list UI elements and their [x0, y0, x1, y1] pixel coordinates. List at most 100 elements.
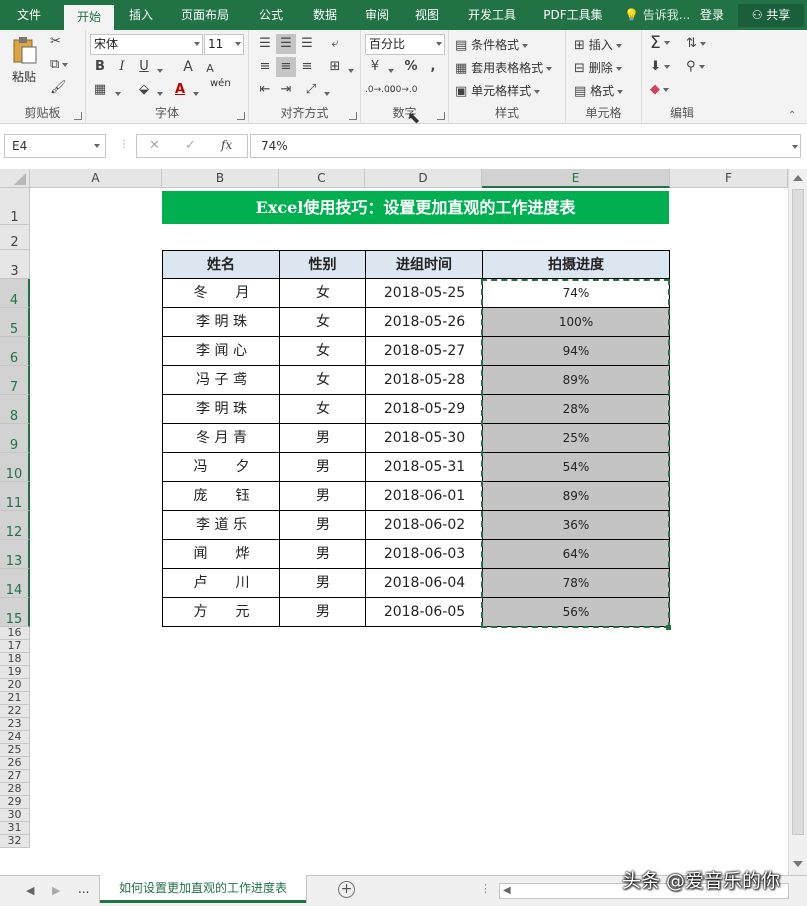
wrap-text-button[interactable]: ⤶ — [325, 34, 345, 54]
row-header-10[interactable]: 10 — [0, 453, 30, 482]
cell-date[interactable]: 2018-06-04 — [365, 569, 483, 598]
cell-date[interactable]: 2018-05-28 — [365, 366, 483, 395]
row-header-5[interactable]: 5 — [0, 308, 30, 337]
font-shrink-button[interactable]: A — [200, 59, 220, 79]
row-header-11[interactable]: 11 — [0, 482, 30, 511]
font-size-select[interactable]: 11 — [204, 34, 244, 55]
sheet-title-cell[interactable]: Excel使用技巧：设置更加直观的工作进度表 — [162, 191, 669, 224]
cell-progress[interactable]: 28% — [482, 395, 670, 424]
format-as-table-button[interactable]: ▦ 套用表格格式 — [455, 59, 553, 76]
cell-name[interactable]: 卢 川 — [162, 569, 280, 598]
worksheet-grid[interactable]: ABCDEF 1 2 3 4 5 6 7 8 9 10 11 12 13 14 15 16 17 18 19 20 21… — [0, 169, 788, 875]
select-all-corner[interactable] — [0, 169, 30, 188]
decrease-indent-button[interactable]: ⇤ — [255, 80, 275, 100]
sort-filter-button[interactable]: ⇅ — [686, 36, 706, 51]
font-color-dropdown[interactable] — [190, 86, 199, 100]
login-link[interactable]: 登录 — [700, 0, 724, 30]
next-sheet-icon[interactable]: ▶ — [52, 884, 60, 897]
tab-data[interactable]: 数据 — [304, 0, 346, 30]
header-progress[interactable]: 拍摄进度 — [482, 250, 670, 279]
insert-cells-button[interactable]: ⊞ 插入 — [574, 36, 622, 53]
column-header-e[interactable]: E — [482, 169, 670, 188]
format-painter-button[interactable]: 🖌 — [50, 80, 67, 95]
scroll-left-icon[interactable]: ◀ — [503, 885, 511, 896]
cell-name[interactable]: 李 闻 心 — [162, 337, 280, 366]
align-center-button[interactable]: ≡ — [276, 57, 296, 77]
increase-decimal-button[interactable]: .0→.00 — [365, 80, 395, 100]
phonetic-button[interactable]: wén — [210, 78, 231, 89]
bold-button[interactable]: B — [90, 57, 110, 77]
cell-progress[interactable]: 54% — [482, 453, 670, 482]
decrease-decimal-button[interactable]: .00→.0 — [387, 80, 417, 100]
cell-gender[interactable]: 女 — [279, 308, 366, 337]
cell-gender[interactable]: 男 — [279, 424, 366, 453]
clipboard-launcher-icon[interactable] — [74, 112, 82, 120]
column-header-d[interactable]: D — [365, 169, 482, 188]
fill-color-dropdown[interactable] — [154, 86, 163, 100]
font-name-select[interactable]: 宋体 — [90, 34, 203, 55]
border-dropdown[interactable] — [112, 86, 121, 100]
cell-name[interactable]: 方 元 — [162, 598, 280, 627]
cell-name[interactable]: 李 道 乐 — [162, 511, 280, 540]
alignment-launcher-icon[interactable] — [349, 112, 357, 120]
italic-button[interactable]: I — [112, 57, 132, 77]
align-right-button[interactable]: ≡ — [297, 57, 317, 77]
row-header-12[interactable]: 12 — [0, 511, 30, 540]
formula-input[interactable]: 74% — [250, 134, 801, 158]
cell-date[interactable]: 2018-05-29 — [365, 395, 483, 424]
cell-gender[interactable]: 男 — [279, 453, 366, 482]
font-launcher-icon[interactable] — [237, 112, 245, 120]
vertical-scroll-thumb[interactable] — [792, 189, 804, 835]
comma-button[interactable]: , — [423, 57, 443, 77]
cell-progress[interactable]: 64% — [482, 540, 670, 569]
align-left-button[interactable]: ≡ — [255, 57, 275, 77]
header-date[interactable]: 进组时间 — [365, 250, 483, 279]
orientation-dropdown[interactable] — [321, 86, 330, 100]
cell-date[interactable]: 2018-06-05 — [365, 598, 483, 627]
cell-styles-button[interactable]: ▣ 单元格样式 — [455, 82, 541, 99]
autosum-button[interactable]: Σ — [650, 33, 670, 53]
cell-date[interactable]: 2018-05-30 — [365, 424, 483, 453]
align-top-button[interactable]: ☰ — [255, 34, 275, 54]
cell-gender[interactable]: 女 — [279, 279, 366, 308]
row-header-2[interactable]: 2 — [0, 225, 30, 250]
cell-progress[interactable]: 56% — [482, 598, 670, 627]
cell-progress[interactable]: 100% — [482, 308, 670, 337]
cell-progress[interactable]: 36% — [482, 511, 670, 540]
cell-name[interactable]: 庞 钰 — [162, 482, 280, 511]
fill-button[interactable]: ⬇ — [650, 59, 670, 74]
cell-gender[interactable]: 男 — [279, 598, 366, 627]
fill-handle[interactable] — [666, 625, 671, 630]
tell-me-box[interactable]: 💡 告诉我... — [624, 0, 690, 30]
cell-progress[interactable]: 78% — [482, 569, 670, 598]
share-button[interactable]: ⚇ 共享 — [738, 4, 804, 27]
cut-button[interactable]: ✂ — [50, 34, 61, 49]
delete-cells-button[interactable]: ⊟ 删除 — [574, 59, 622, 76]
find-select-button[interactable]: ⚲ — [686, 59, 705, 74]
header-gender[interactable]: 性别 — [279, 250, 366, 279]
cell-progress[interactable]: 94% — [482, 337, 670, 366]
row-header-13[interactable]: 13 — [0, 540, 30, 569]
tab-formulas[interactable]: 公式 — [250, 0, 292, 30]
cell-gender[interactable]: 男 — [279, 540, 366, 569]
sheet-tab-active[interactable]: 如何设置更加直观的工作进度表 — [100, 875, 306, 903]
cell-progress[interactable]: 74% — [482, 279, 670, 308]
cell-name[interactable]: 李 明 珠 — [162, 395, 280, 424]
row-header-32[interactable]: 32 — [0, 835, 30, 848]
row-header-15[interactable]: 15 — [0, 598, 30, 627]
merge-dropdown[interactable] — [345, 63, 354, 77]
cell-name[interactable]: 李 明 珠 — [162, 308, 280, 337]
cell-progress[interactable]: 89% — [482, 482, 670, 511]
column-header-b[interactable]: B — [162, 169, 279, 188]
tab-developer[interactable]: 开发工具 — [460, 0, 524, 30]
collapse-ribbon-icon[interactable]: ⌃ — [788, 110, 796, 121]
tab-view[interactable]: 视图 — [406, 0, 448, 30]
cell-date[interactable]: 2018-06-02 — [365, 511, 483, 540]
header-name[interactable]: 姓名 — [162, 250, 280, 279]
vertical-scrollbar[interactable] — [788, 169, 807, 875]
cell-name[interactable]: 闻 烨 — [162, 540, 280, 569]
cell-date[interactable]: 2018-05-25 — [365, 279, 483, 308]
align-bottom-button[interactable]: ☰ — [297, 34, 317, 54]
fill-color-button[interactable]: ⬙ — [134, 80, 154, 100]
enter-icon[interactable]: ✓ — [185, 138, 196, 153]
